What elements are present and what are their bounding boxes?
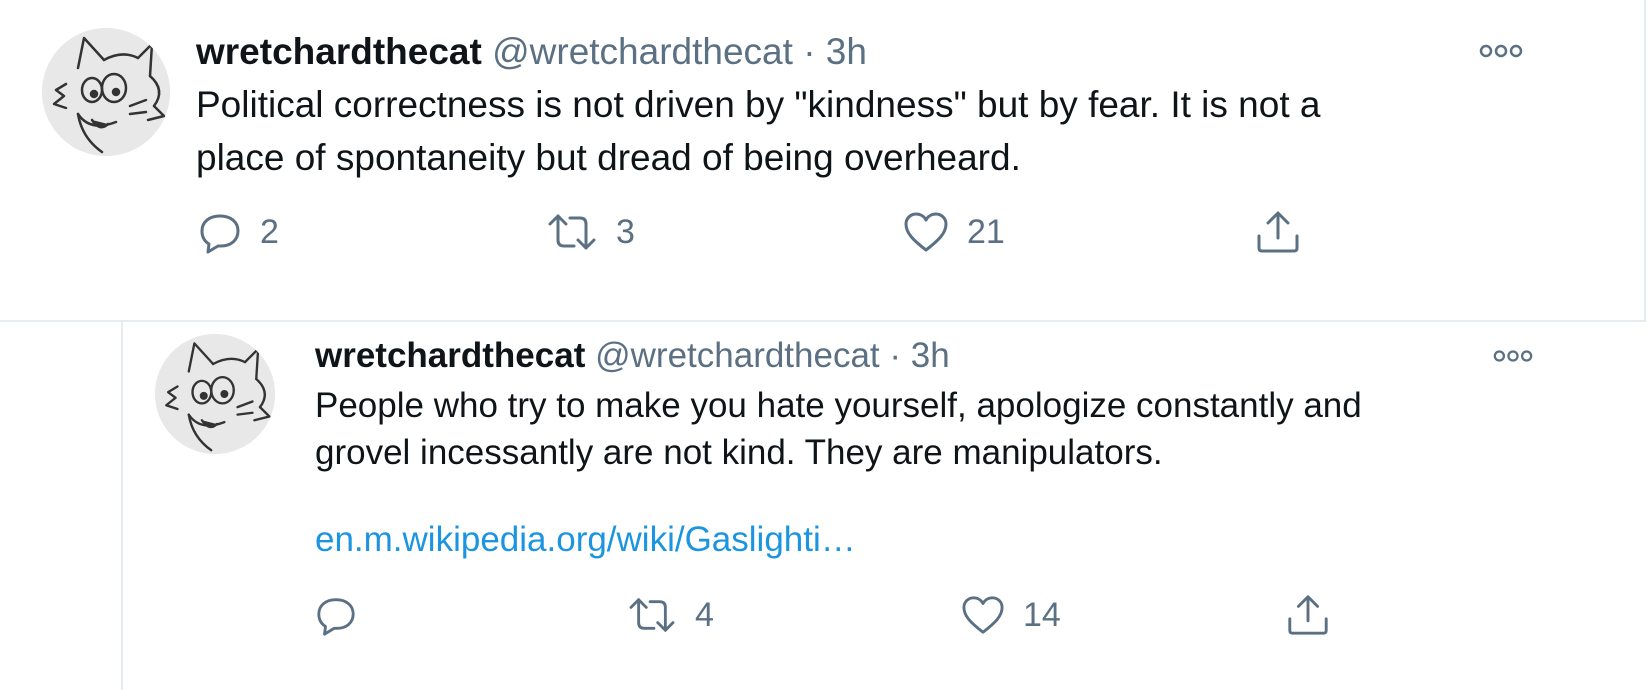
reply-button[interactable]: 2 xyxy=(198,210,279,254)
tweet-header: wretchardthecat @wretchardthecat · 3h xyxy=(196,30,867,74)
retweet-icon xyxy=(629,598,675,632)
reply-icon xyxy=(200,214,240,254)
share-button[interactable] xyxy=(1285,592,1331,638)
more-options-button[interactable] xyxy=(1491,346,1535,366)
timestamp[interactable]: 3h xyxy=(911,336,950,375)
tweet-text-line: place of spontaneity but dread of being … xyxy=(196,137,1021,178)
reply-icon xyxy=(317,598,355,636)
display-name[interactable]: wretchardthecat xyxy=(315,336,585,375)
more-icon xyxy=(1493,350,1533,362)
retweet-count: 3 xyxy=(616,212,635,251)
share-icon xyxy=(1257,211,1299,253)
like-count: 21 xyxy=(967,212,1005,251)
tweet-1[interactable]: wretchardthecat @wretchardthecat · 3h Po… xyxy=(0,0,1646,322)
cat-avatar-icon xyxy=(42,28,170,156)
avatar[interactable] xyxy=(155,334,275,454)
like-button[interactable]: 21 xyxy=(903,210,1005,254)
user-handle[interactable]: @wretchardthecat xyxy=(492,31,793,72)
tweet-text: Political correctness is not driven by "… xyxy=(196,78,1320,184)
wikipedia-link[interactable]: en.m.wikipedia.org/wiki/Gaslighti… xyxy=(315,518,856,562)
share-button[interactable] xyxy=(1254,208,1302,256)
more-options-button[interactable] xyxy=(1478,40,1524,62)
separator-dot: · xyxy=(889,336,902,375)
tweet-text-line: Political correctness is not driven by "… xyxy=(196,84,1321,125)
separator-dot: · xyxy=(803,31,816,72)
like-icon xyxy=(904,212,948,252)
avatar[interactable] xyxy=(42,28,170,156)
share-icon xyxy=(1288,595,1328,635)
like-button[interactable]: 14 xyxy=(961,594,1061,636)
display-name[interactable]: wretchardthecat xyxy=(196,31,482,72)
like-count: 14 xyxy=(1023,595,1061,634)
tweet-header: wretchardthecat @wretchardthecat · 3h xyxy=(315,334,950,378)
retweet-count: 4 xyxy=(695,595,714,634)
tweet-text-line: grovel incessantly are not kind. They ar… xyxy=(315,433,1163,472)
reply-count: 2 xyxy=(260,212,279,251)
tweet-text-line: People who try to make you hate yourself… xyxy=(315,386,1362,425)
reply-button[interactable] xyxy=(315,594,375,636)
retweet-button[interactable]: 4 xyxy=(627,594,714,636)
cat-avatar-icon xyxy=(155,334,275,454)
user-handle[interactable]: @wretchardthecat xyxy=(595,336,880,375)
tweet-2[interactable]: wretchardthecat @wretchardthecat · 3h Pe… xyxy=(121,322,1650,690)
timestamp[interactable]: 3h xyxy=(826,31,867,72)
like-icon xyxy=(962,596,1004,634)
more-icon xyxy=(1479,44,1523,58)
tweet-text: People who try to make you hate yourself… xyxy=(315,382,1362,476)
retweet-icon xyxy=(548,214,596,250)
retweet-button[interactable]: 3 xyxy=(546,210,635,254)
